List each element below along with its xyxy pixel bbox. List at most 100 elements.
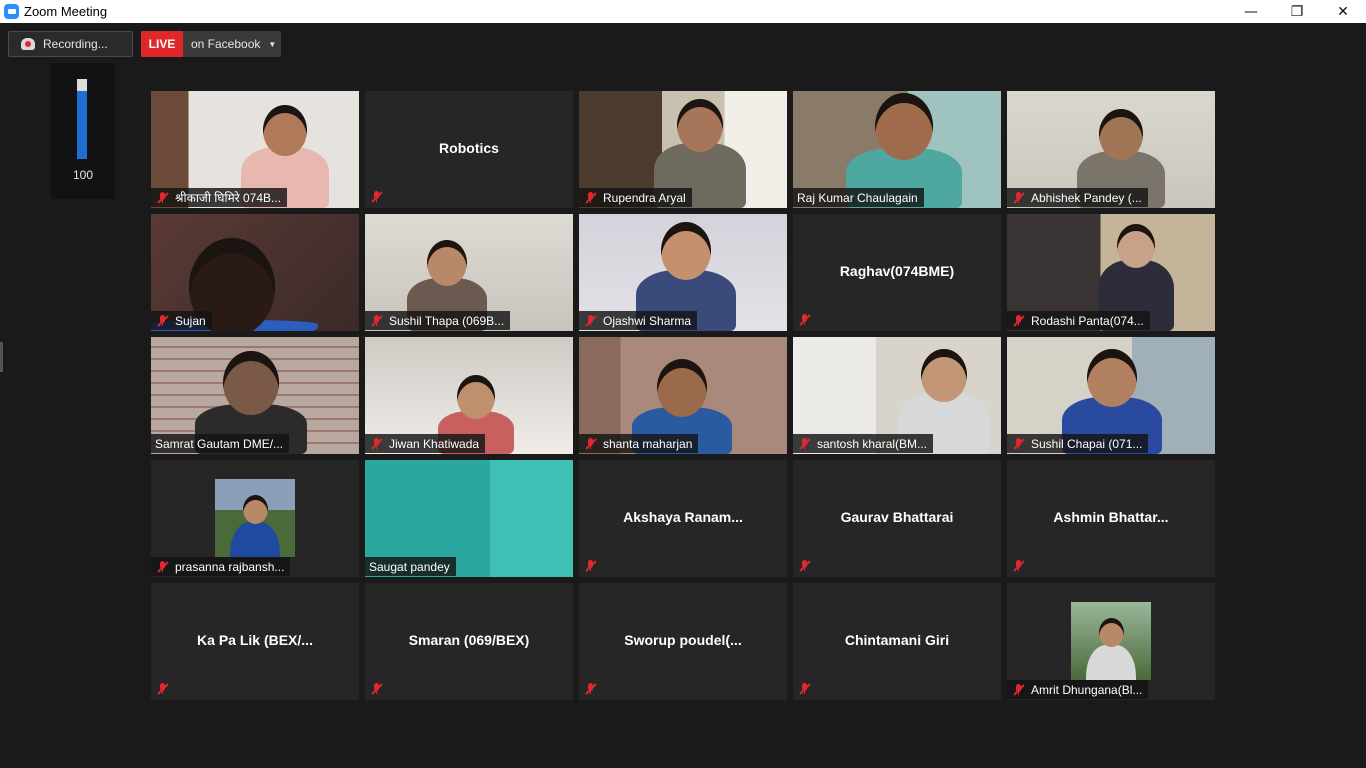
muted-mic-icon [797,559,813,573]
participant-tile[interactable]: Robotics [365,91,573,208]
participant-tile[interactable]: Abhishek Pandey (... [1007,91,1215,208]
muted-mic-icon [155,560,171,574]
live-badge: LIVE [141,31,183,57]
gallery-view-grid: श्रीकाजी घिमिरे 074B... Robotics Rupendra … [151,91,1215,700]
window-titlebar: Zoom Meeting — ❐ ✕ [0,0,1366,23]
participant-tile[interactable]: Jiwan Khatiwada [365,337,573,454]
participant-tile[interactable]: Rodashi Panta(074... [1007,214,1215,331]
participant-nameplate: prasanna rajbansh... [151,557,291,576]
window-controls: — ❐ ✕ [1228,0,1366,23]
participant-tile[interactable]: Sujan [151,214,359,331]
participant-name: Saugat pandey [369,559,450,574]
participant-name-large: Chintamani Giri [844,632,950,648]
participant-name: Sujan [175,313,206,328]
participant-name: Sushil Thapa (069B... [389,313,505,328]
participant-name: prasanna rajbansh... [175,559,285,574]
participant-name-large: Akshaya Ranam... [623,509,743,525]
participant-tile[interactable]: Sworup poudel(... [579,583,787,700]
participant-tile[interactable]: Sushil Chapai (071... [1007,337,1215,454]
cloud-record-icon [21,38,35,50]
participant-tile[interactable]: Saugat pandey [365,460,573,577]
participant-name: Rodashi Panta(074... [1031,313,1144,328]
participant-tile[interactable]: Amrit Dhungana(Bl... [1007,583,1215,700]
muted-mic-icon [583,682,599,696]
volume-level-fill [77,91,87,159]
participant-tile[interactable]: prasanna rajbansh... [151,460,359,577]
zoom-app-icon [4,4,19,19]
chevron-down-icon: ▼ [268,39,277,49]
participant-nameplate: Amrit Dhungana(Bl... [1007,680,1149,699]
volume-value: 100 [72,168,94,182]
participant-tile[interactable]: Gaurav Bhattarai [793,460,1001,577]
muted-mic-icon [1011,437,1027,451]
participant-nameplate: Sushil Chapai (071... [1007,434,1149,453]
participant-nameplate: shanta maharjan [579,434,699,453]
muted-mic-icon [155,191,171,205]
participant-name-large: Ka Pa Lik (BEX/... [197,632,313,648]
participant-tile[interactable]: Smaran (069/BEX) [365,583,573,700]
participant-name: Sushil Chapai (071... [1031,436,1143,451]
live-stream-dropdown[interactable]: LIVE on Facebook ▼ [141,31,281,57]
muted-mic-icon [583,559,599,573]
muted-mic-icon [369,682,385,696]
volume-panel: 100 [51,63,115,199]
participant-tile[interactable]: Raj Kumar Chaulagain [793,91,1001,208]
minimize-button[interactable]: — [1228,0,1274,23]
participant-tile[interactable]: santosh kharal(BM... [793,337,1001,454]
close-button[interactable]: ✕ [1320,0,1366,23]
participant-tile[interactable]: Sushil Thapa (069B... [365,214,573,331]
participant-tile[interactable]: Rupendra Aryal [579,91,787,208]
participant-nameplate: Samrat Gautam DME/... [151,434,290,453]
participant-tile[interactable]: Akshaya Ranam... [579,460,787,577]
participant-tile[interactable]: Samrat Gautam DME/... [151,337,359,454]
restore-button[interactable]: ❐ [1274,0,1320,23]
participant-nameplate: Ojashwi Sharma [579,311,698,330]
participant-name: Abhishek Pandey (... [1031,190,1142,205]
participant-name-large: Ashmin Bhattar... [1053,509,1169,525]
muted-mic-icon [797,437,813,451]
participant-name: shanta maharjan [603,436,693,451]
recording-label: Recording... [43,37,108,51]
participant-tile[interactable]: श्रीकाजी घिमिरे 074B... [151,91,359,208]
muted-mic-icon [1011,191,1027,205]
window-title: Zoom Meeting [24,4,108,19]
profile-picture [1071,602,1151,680]
side-panel-handle[interactable] [0,342,3,372]
muted-mic-icon [1011,314,1027,328]
participant-tile[interactable]: Ojashwi Sharma [579,214,787,331]
muted-mic-icon [369,314,385,328]
live-destination-label: on Facebook [191,37,261,51]
muted-mic-icon [155,314,171,328]
participant-name-large: Robotics [439,140,499,156]
participant-name: Jiwan Khatiwada [389,436,480,451]
muted-mic-icon [583,314,599,328]
profile-picture [215,479,295,557]
participant-tile[interactable]: Ka Pa Lik (BEX/... [151,583,359,700]
participant-tile[interactable]: Raghav(074BME) [793,214,1001,331]
participant-nameplate: Sujan [151,311,212,330]
muted-mic-icon [155,682,171,696]
muted-mic-icon [1011,559,1027,573]
participant-name: श्रीकाजी घिमिरे 074B... [175,191,282,205]
muted-mic-icon [797,682,813,696]
participant-tile[interactable]: Ashmin Bhattar... [1007,460,1215,577]
participant-nameplate: Raj Kumar Chaulagain [793,188,924,207]
participant-name: Rupendra Aryal [603,190,686,205]
volume-slider[interactable] [77,79,87,159]
participant-name: Raj Kumar Chaulagain [797,190,918,205]
recording-indicator[interactable]: Recording... [8,31,133,57]
participant-name-large: Smaran (069/BEX) [408,632,530,648]
muted-mic-icon [797,313,813,327]
participant-tile[interactable]: shanta maharjan [579,337,787,454]
participant-nameplate: Abhishek Pandey (... [1007,188,1148,207]
participant-name: Amrit Dhungana(Bl... [1031,682,1143,697]
participant-nameplate: Saugat pandey [365,557,456,576]
participant-nameplate: Rodashi Panta(074... [1007,311,1150,330]
participant-nameplate: Rupendra Aryal [579,188,692,207]
muted-mic-icon [583,191,599,205]
participant-tile[interactable]: Chintamani Giri [793,583,1001,700]
participant-nameplate: santosh kharal(BM... [793,434,934,453]
participant-name: Samrat Gautam DME/... [155,436,284,451]
participant-name-large: Gaurav Bhattarai [840,509,954,525]
muted-mic-icon [1011,683,1027,697]
